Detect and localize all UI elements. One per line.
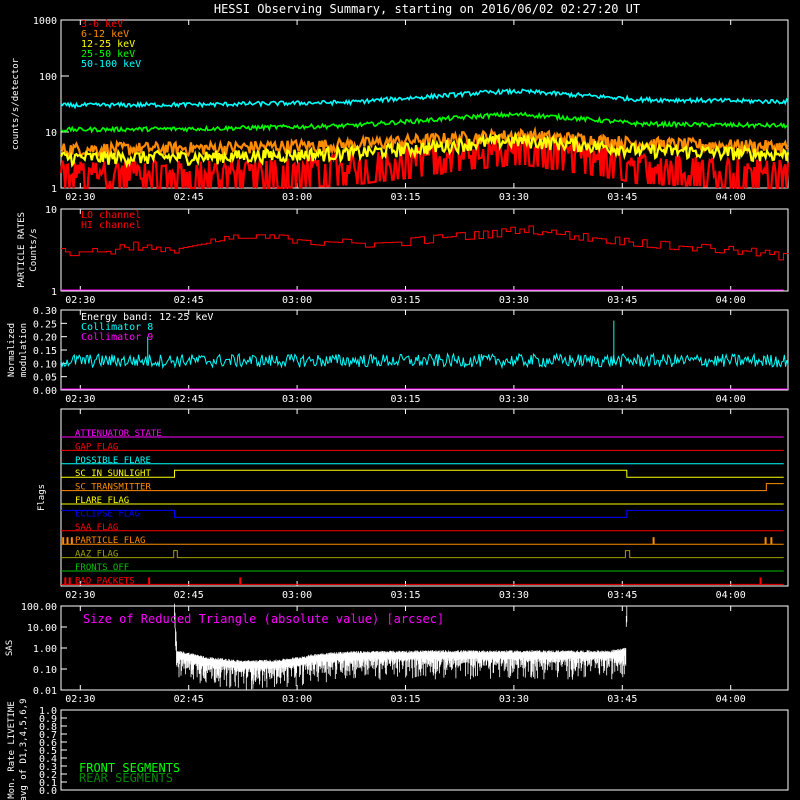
series-25-50-keV (60, 111, 789, 134)
observing-summary-figure: HESSI Observing Summary, starting on 201… (5, 2, 790, 800)
time-tick-label: 04:00 (716, 394, 746, 405)
y-tick-label: 0.15 (33, 346, 57, 357)
time-tick-label: 03:45 (607, 590, 637, 601)
y-tick-label: 10.00 (27, 623, 57, 634)
time-tick-label: 03:30 (499, 590, 529, 601)
time-tick-label: 02:30 (65, 590, 95, 601)
y-axis-label: counts/s/detector (11, 57, 21, 150)
particle-rates-panel: 02:30 02:45 03:00 03:15 03:30 03:45 04:00 1 10 PA… (17, 205, 789, 306)
sas-panel: 02:30 02:45 03:00 03:15 03:30 03:45 04:00 0.01 0… (5, 602, 789, 705)
time-tick-label: 03:15 (390, 192, 420, 203)
livetime-panel: 0.00.10.20.30.40.50.60.70.80.91.0Mon. Ra… (7, 699, 789, 800)
flag-label: SC TRANSMITTER (75, 483, 151, 493)
time-tick-label: 03:00 (282, 394, 312, 405)
time-tick-label: 03:15 (390, 694, 420, 705)
time-tick-label: 03:30 (499, 295, 529, 306)
y-tick-label: 10 (45, 128, 57, 139)
time-tick-label: 03:00 (282, 590, 312, 601)
flag-line (61, 509, 784, 518)
modulation-panel: 02:30 02:45 03:00 03:15 03:30 03:45 04:00 0.00 0… (7, 306, 789, 405)
y-tick-label: 0.01 (33, 686, 57, 697)
time-tick-label: 03:00 (282, 192, 312, 203)
y-tick-label: 100 (39, 72, 57, 83)
time-tick-label: 03:00 (282, 295, 312, 306)
time-tick-label: 03:30 (499, 394, 529, 405)
time-tick-label: 03:45 (607, 192, 637, 203)
flag-line (61, 483, 784, 492)
time-tick-label: 03:45 (607, 394, 637, 405)
time-tick-label: 02:30 (65, 694, 95, 705)
time-tick-label: 03:45 (607, 295, 637, 306)
time-tick-label: 03:15 (390, 295, 420, 306)
y-axis-label: Mon. Rate LIVETIME (7, 701, 17, 799)
flag-label: FRONTS OFF (75, 563, 129, 573)
series-collimator-8 (60, 352, 789, 370)
y-axis-label: modulation (19, 323, 29, 377)
time-tick-label: 02:30 (65, 192, 95, 203)
y-axis-label: Normalized (7, 323, 17, 377)
time-tick-label: 04:00 (716, 192, 746, 203)
time-tick-label: 03:30 (499, 192, 529, 203)
y-tick-label: 0.10 (33, 359, 57, 370)
sas-annotation: Size of Reduced Triangle (absolute value… (83, 612, 444, 626)
flag-label: BAD PACKETS (75, 576, 135, 586)
time-tick-label: 03:00 (282, 694, 312, 705)
time-tick-label: 03:45 (607, 694, 637, 705)
time-tick-label: 04:00 (716, 295, 746, 306)
time-tick-label: 02:45 (174, 394, 204, 405)
time-tick-label: 02:45 (174, 590, 204, 601)
y-tick-label: 0.25 (33, 319, 57, 330)
y-tick-label: 0.20 (33, 333, 57, 344)
y-tick-label: 1.00 (33, 644, 57, 655)
count-rates-panel: 02:30 02:45 03:00 03:15 03:30 03:45 04:00 1 10 10… (11, 16, 790, 203)
y-axis-label: Counts/s (29, 228, 39, 271)
y-axis-label: avg of D1,3,4,5,6,9 (19, 699, 29, 800)
flag-label: GAP FLAG (75, 442, 118, 452)
y-tick-label: 1 (51, 287, 57, 298)
time-tick-label: 03:15 (390, 394, 420, 405)
y-tick-label: 0.00 (33, 386, 57, 397)
figure-title: HESSI Observing Summary, starting on 201… (214, 2, 640, 16)
time-tick-label: 02:45 (174, 295, 204, 306)
time-tick-label: 02:45 (174, 192, 204, 203)
charts-group: 02:30 02:45 03:00 03:15 03:30 03:45 04:0011010… (5, 16, 790, 800)
flags-frame (60, 408, 789, 587)
y-tick-label: 100.00 (21, 602, 57, 613)
flags-panel: 02:30 02:45 03:00 03:15 03:30 03:45 04:00 Flags… (37, 408, 789, 601)
y-tick-label: 1.0 (39, 706, 57, 717)
flag-label: PARTICLE FLAG (75, 536, 145, 546)
time-tick-label: 02:45 (174, 694, 204, 705)
legend-entry: 50-100 keV (81, 59, 141, 70)
flag-label: POSSIBLE FLARE (75, 456, 151, 466)
time-tick-label: 04:00 (716, 694, 746, 705)
time-tick-label: 02:30 (65, 394, 95, 405)
flag-label: ECLIPSE FLAG (75, 509, 140, 519)
flag-line (61, 550, 784, 559)
flag-label: SC IN SUNLIGHT (75, 469, 151, 479)
y-tick-label: 0.30 (33, 306, 57, 317)
y-tick-label: 0.10 (33, 665, 57, 676)
legend-entry: HI channel (81, 220, 141, 231)
series-LO-channel (61, 225, 789, 261)
flag-label: SAA FLAG (75, 523, 118, 533)
series-50-100-keV (60, 87, 789, 110)
y-axis-label: PARTICLE RATES (17, 212, 27, 288)
legend-entry: Collimator 9 (81, 332, 153, 343)
time-tick-label: 02:30 (65, 295, 95, 306)
y-axis-label: SAS (5, 640, 15, 656)
time-tick-label: 04:00 (716, 590, 746, 601)
y-axis-label: Flags (37, 484, 47, 511)
y-tick-label: 1000 (33, 16, 57, 27)
flag-line (61, 469, 784, 478)
y-tick-label: 10 (45, 205, 57, 216)
y-tick-label: 0.05 (33, 373, 57, 384)
flag-label: AAZ FLAG (75, 550, 118, 560)
legend-entry: REAR SEGMENTS (79, 771, 173, 785)
y-tick-label: 1 (51, 184, 57, 195)
time-tick-label: 03:15 (390, 590, 420, 601)
flag-label: ATTENUATOR STATE (75, 429, 162, 439)
time-tick-label: 03:30 (499, 694, 529, 705)
flag-label: FLARE FLAG (75, 496, 129, 506)
